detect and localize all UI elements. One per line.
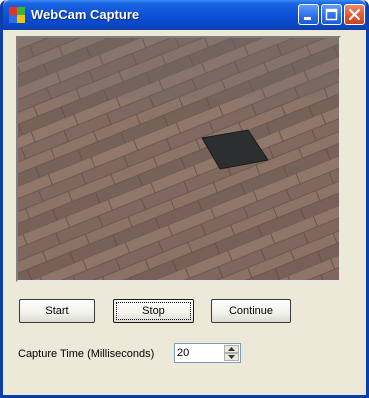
continue-button[interactable]: Continue: [211, 299, 291, 323]
title-bar[interactable]: WebCam Capture: [3, 0, 366, 30]
start-button[interactable]: Start: [19, 299, 95, 323]
capture-time-input[interactable]: [177, 345, 219, 361]
maximize-button[interactable]: [321, 4, 342, 25]
chevron-down-icon: [228, 355, 235, 359]
client-area: Start Stop Continue Capture Time (Millis…: [3, 30, 366, 395]
maximize-icon: [325, 8, 338, 21]
spin-down-button[interactable]: [224, 353, 239, 361]
spin-up-button[interactable]: [224, 345, 239, 353]
capture-time-label: Capture Time (Milliseconds): [18, 348, 155, 360]
capture-time-stepper[interactable]: [174, 343, 241, 363]
chevron-up-icon: [228, 347, 235, 351]
webcam-feed-image: [18, 38, 339, 280]
stop-button[interactable]: Stop: [113, 299, 194, 323]
window-title: WebCam Capture: [31, 7, 140, 22]
webcam-preview: [16, 36, 341, 282]
close-button[interactable]: [344, 4, 365, 25]
webcam-capture-window: WebCam Capture Start Stop Continue Captu…: [0, 0, 369, 398]
app-icon: [9, 7, 25, 23]
close-icon: [348, 8, 361, 21]
minimize-button[interactable]: [298, 4, 319, 25]
minimize-icon: [304, 17, 311, 20]
